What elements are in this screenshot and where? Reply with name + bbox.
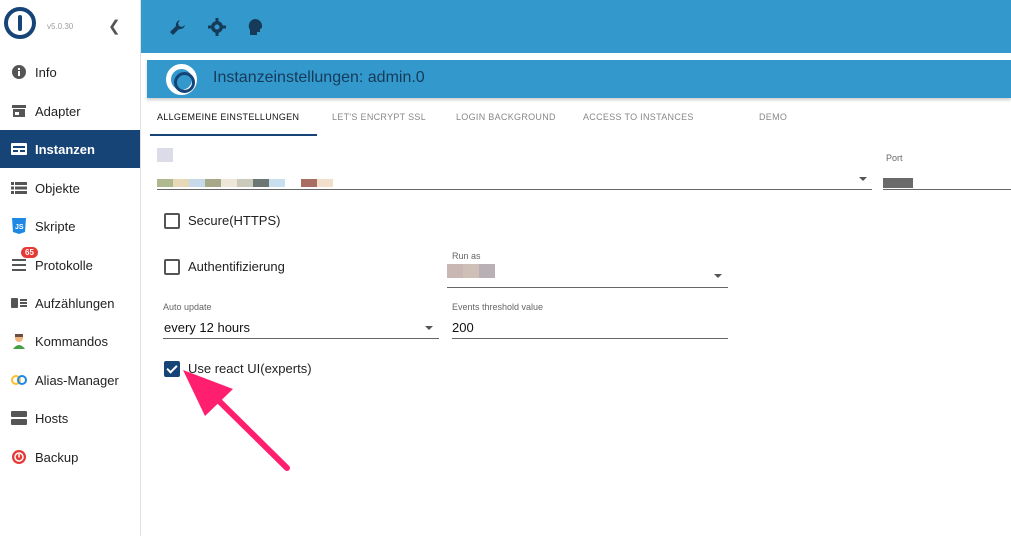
tab-allgemeine-einstellungen[interactable]: ALLGEMEINE EINSTELLUNGEN: [157, 112, 299, 122]
tab-access-to-instances[interactable]: ACCESS TO INSTANCES: [583, 112, 694, 122]
sidebar-item-hosts[interactable]: Hosts: [0, 399, 140, 437]
field-underline: [452, 338, 728, 339]
head-icon[interactable]: [247, 18, 265, 36]
sidebar-item-info[interactable]: Info: [0, 53, 140, 91]
logo-row: v5.0.30 ❮: [0, 0, 140, 53]
sidebar-item-alias-manager[interactable]: Alias-Manager: [0, 361, 140, 399]
sidebar-item-label: Protokolle: [35, 257, 93, 273]
sidebar-item-label: Hosts: [35, 410, 69, 426]
secure-checkbox[interactable]: [164, 213, 180, 229]
sidebar-item-label: Adapter: [35, 103, 81, 119]
field-underline: [447, 287, 728, 288]
instance-header: Instanzeinstellungen: admin.0: [147, 60, 1011, 98]
redacted-block: [269, 179, 285, 187]
redacted-block: [205, 179, 221, 187]
port-input[interactable]: [883, 172, 1011, 190]
redacted-block: [479, 264, 495, 278]
sidebar-item-protokolle[interactable]: 65 Protokolle: [0, 246, 140, 284]
sidebar-item-instanzen[interactable]: Instanzen: [0, 130, 140, 168]
field-underline: [163, 338, 439, 339]
annotation-arrow-icon: [183, 370, 290, 471]
redacted-block: [253, 179, 269, 187]
enum-icon: [11, 295, 27, 311]
active-tab-indicator: [150, 134, 317, 136]
redacted-block: [157, 179, 173, 187]
dropdown-arrow-icon: [425, 326, 433, 330]
auth-label: Authentifizierung: [188, 259, 285, 274]
sidebar-item-label: Skripte: [35, 218, 76, 234]
secure-label: Secure(HTTPS): [188, 213, 281, 228]
dropdown-arrow-icon: [714, 274, 722, 278]
ip-label-redacted: [157, 148, 173, 162]
redacted-block: [237, 179, 253, 187]
tab-login-background[interactable]: LOGIN BACKGROUND: [456, 112, 556, 122]
instance-logo-icon: [166, 64, 197, 95]
sidebar-item-label: Kommandos: [35, 333, 108, 349]
run-as-label: Run as: [452, 251, 481, 261]
events-threshold-input[interactable]: 200: [452, 317, 728, 339]
sidebar-item-label: Backup: [35, 449, 79, 465]
auto-update-select[interactable]: every 12 hours: [163, 317, 439, 339]
sidebar-item-aufzaehlungen[interactable]: Aufzählungen: [0, 284, 140, 322]
user-icon: [11, 333, 27, 349]
tab-lets-encrypt-ssl[interactable]: LET'S ENCRYPT SSL: [332, 112, 426, 122]
events-threshold-value: 200: [452, 320, 474, 335]
list-icon: [11, 180, 27, 196]
backup-icon: [11, 449, 27, 465]
redacted-block: [189, 179, 205, 187]
sidebar-item-label: Objekte: [35, 180, 80, 196]
log-count-badge: 65: [21, 247, 38, 258]
sidebar-item-label: Aufzählungen: [35, 295, 115, 311]
sidebar-item-label: Info: [35, 64, 57, 80]
redacted-block: [447, 264, 463, 278]
ip-select[interactable]: [157, 172, 872, 190]
iobroker-logo[interactable]: [4, 7, 36, 39]
svg-text:JS: JS: [15, 224, 24, 231]
sidebar: v5.0.30 ❮ Info Adapter Instanzen Objekte…: [0, 0, 141, 536]
version-label: v5.0.30: [47, 22, 74, 31]
sidebar-item-skripte[interactable]: JS Skripte: [0, 207, 140, 245]
redacted-block: [317, 179, 333, 187]
redacted-block: [173, 179, 189, 187]
collapse-sidebar-icon[interactable]: ❮: [108, 17, 121, 35]
auto-update-label: Auto update: [163, 302, 212, 312]
log-icon: [11, 257, 27, 273]
redacted-block: [883, 178, 913, 188]
events-threshold-label: Events threshold value: [452, 302, 544, 312]
sidebar-item-objekte[interactable]: Objekte: [0, 169, 140, 207]
sidebar-item-backup[interactable]: Backup: [0, 438, 140, 476]
alias-icon: [11, 372, 27, 388]
store-icon: [11, 103, 27, 119]
sidebar-item-label: Instanzen: [35, 141, 95, 157]
port-label: Port: [886, 153, 903, 163]
instance-title: Instanzeinstellungen: admin.0: [213, 69, 425, 86]
wrench-icon[interactable]: [169, 18, 187, 36]
sidebar-item-adapter[interactable]: Adapter: [0, 92, 140, 130]
redacted-block: [463, 264, 479, 278]
top-toolbar: [141, 0, 1011, 53]
dropdown-arrow-icon: [859, 177, 867, 181]
sidebar-item-kommandos[interactable]: Kommandos: [0, 322, 140, 360]
hosts-icon: [11, 410, 27, 426]
redacted-block: [301, 179, 317, 187]
sidebar-item-label: Alias-Manager: [35, 372, 119, 388]
redacted-block: [221, 179, 237, 187]
javascript-icon: JS: [11, 218, 27, 234]
tab-demo[interactable]: DEMO: [759, 112, 787, 122]
gear-icon[interactable]: [208, 18, 226, 36]
auto-update-value: every 12 hours: [164, 320, 250, 335]
field-underline: [157, 189, 872, 190]
field-underline: [883, 189, 1011, 190]
instances-icon: [11, 141, 27, 157]
info-icon: [11, 64, 27, 80]
auth-checkbox[interactable]: [164, 259, 180, 275]
run-as-select[interactable]: [447, 264, 728, 288]
